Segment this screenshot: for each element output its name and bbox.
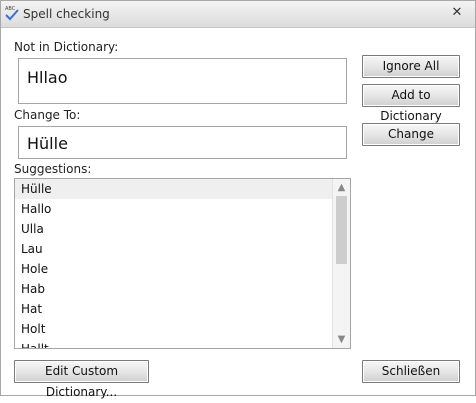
not-in-dictionary-field[interactable]: Hllao bbox=[18, 58, 347, 104]
change-to-label: Change To: bbox=[14, 108, 81, 122]
not-in-dictionary-label: Not in Dictionary: bbox=[14, 40, 119, 54]
title-bar[interactable]: ABC Spell checking ✕ bbox=[1, 1, 475, 28]
close-button[interactable]: Schließen bbox=[362, 360, 460, 383]
list-item[interactable]: Hole bbox=[15, 259, 333, 279]
suggestions-label: Suggestions: bbox=[14, 162, 92, 176]
spell-check-dialog: ABC Spell checking ✕ Not in Dictionary: … bbox=[0, 0, 476, 399]
change-to-input[interactable]: Hülle bbox=[18, 126, 347, 159]
list-item[interactable]: Hallt bbox=[15, 339, 333, 348]
window-title: Spell checking bbox=[23, 7, 110, 21]
list-item[interactable]: Hallo bbox=[15, 199, 333, 219]
list-item[interactable]: Hat bbox=[15, 299, 333, 319]
close-icon[interactable]: ✕ bbox=[449, 5, 465, 21]
list-item[interactable]: Hülle bbox=[15, 179, 333, 199]
edit-custom-dictionary-button[interactable]: Edit Custom Dictionary... bbox=[14, 360, 149, 399]
suggestions-items: Hülle Hallo Ulla Lau Hole Hab Hat Holt Hallt bbox=[15, 179, 333, 348]
list-item[interactable]: Hab bbox=[15, 279, 333, 299]
scroll-down-icon[interactable]: ▼ bbox=[333, 331, 350, 348]
svg-text:ABC: ABC bbox=[5, 6, 16, 12]
suggestions-list[interactable]: Hülle Hallo Ulla Lau Hole Hab Hat Holt Hallt ▲ ▼ bbox=[14, 178, 351, 349]
list-item[interactable]: Ulla bbox=[15, 219, 333, 239]
ignore-all-button[interactable]: Ignore All bbox=[362, 55, 460, 78]
add-to-dictionary-button[interactable]: Add to Dictionary bbox=[362, 84, 460, 123]
spell-check-icon: ABC bbox=[5, 6, 19, 21]
list-item[interactable]: Holt bbox=[15, 319, 333, 339]
scroll-up-icon[interactable]: ▲ bbox=[333, 179, 350, 196]
change-button[interactable]: Change bbox=[362, 123, 460, 146]
suggestions-scrollbar[interactable]: ▲ ▼ bbox=[332, 179, 350, 348]
list-item[interactable]: Lau bbox=[15, 239, 333, 259]
scroll-thumb[interactable] bbox=[336, 196, 347, 264]
